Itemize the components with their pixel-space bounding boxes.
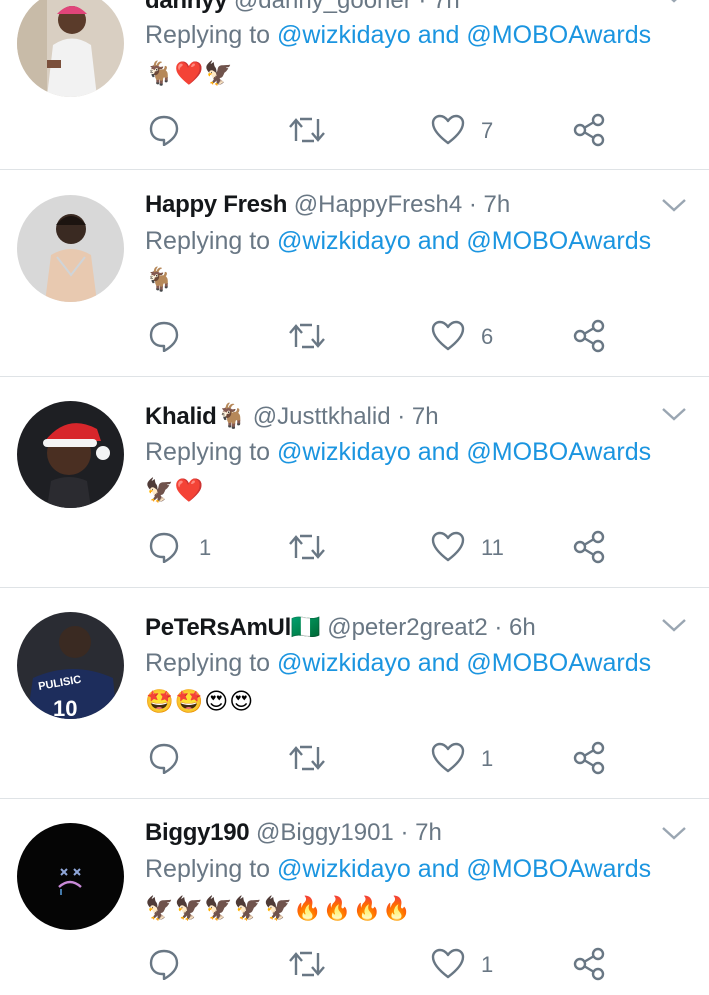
share-icon[interactable] [572,947,606,986]
avatar[interactable] [17,195,124,302]
replying-to: Replying to @wizkidayo and @MOBOAwards [145,438,652,466]
reply-icon[interactable] [148,742,180,779]
replying-to: Replying to @wizkidayo and @MOBOAwards [145,649,652,677]
retweet-icon[interactable] [288,532,326,567]
tweet-header: dannyy @danny_gooner · 7h [145,0,460,15]
display-name[interactable]: dannyy [145,0,228,14]
like-count: 1 [481,746,494,771]
like-count: 1 [481,952,494,977]
mention-link[interactable]: @wizkidayo [277,438,411,466]
timestamp: · 7h [418,0,460,14]
mention-link[interactable]: @MOBOAwards [466,438,651,466]
like-icon[interactable] [431,320,465,357]
mention-link[interactable]: @wizkidayo [277,227,411,255]
mention-link[interactable]: @MOBOAwards [466,21,651,49]
reply-icon[interactable] [148,320,180,357]
divider [0,169,709,170]
mention-link[interactable]: @wizkidayo [277,21,411,49]
tweet-header: Khalid🐐 @Justtkhalid · 7h [145,402,439,431]
handle[interactable]: @danny_gooner [234,0,412,14]
chevron-down-icon[interactable] [660,0,688,9]
retweet-icon[interactable] [288,115,326,150]
like-icon[interactable] [431,114,465,151]
mention-link[interactable]: @MOBOAwards [466,227,651,255]
divider [0,798,709,799]
tweet-text: 🦅🦅🦅🦅🦅🔥🔥🔥🔥 [145,896,412,922]
handle[interactable]: @Biggy1901 [256,819,394,846]
mention-link[interactable]: @MOBOAwards [466,649,651,677]
chevron-down-icon[interactable] [660,825,688,846]
share-icon[interactable] [572,113,606,152]
retweet-icon[interactable] [288,743,326,778]
chevron-down-icon[interactable] [660,617,688,638]
replying-to: Replying to @wizkidayo and @MOBOAwards [145,855,652,883]
retweet-icon[interactable] [288,321,326,356]
mention-link[interactable]: @wizkidayo [277,855,411,883]
like-icon[interactable] [431,742,465,779]
avatar[interactable]: PULISIC 10 [17,612,124,719]
tweet-text: 🤩🤩😍😍 [145,689,255,715]
handle[interactable]: @HappyFresh4 [294,191,462,218]
divider [0,587,709,588]
like-count: 6 [481,324,494,349]
avatar[interactable] [17,401,124,508]
display-name[interactable]: PeTeRsAmUl🇳🇬 [145,614,321,641]
tweet-header: Happy Fresh @HappyFresh4 · 7h [145,191,510,219]
svg-text:10: 10 [53,696,77,719]
display-name[interactable]: Happy Fresh [145,191,287,218]
tweet-text: 🐐❤️🦅 [145,61,234,87]
handle[interactable]: @peter2great2 [327,614,487,641]
timestamp: · 6h [494,614,536,641]
display-name[interactable]: Biggy190 [145,819,250,846]
reply-icon[interactable] [148,948,180,985]
share-icon[interactable] [572,530,606,569]
retweet-icon[interactable] [288,949,326,984]
avatar[interactable] [17,0,124,97]
share-icon[interactable] [572,319,606,358]
like-count: 11 [481,535,504,560]
handle[interactable]: @Justtkhalid [253,403,391,430]
tweet-text: 🦅❤️ [145,478,205,504]
timestamp: · 7h [397,403,439,430]
mention-link[interactable]: @wizkidayo [277,649,411,677]
tweet-header: PeTeRsAmUl🇳🇬 @peter2great2 · 6h [145,613,536,642]
reply-count: 1 [199,535,212,560]
tweet-text: 🐐 [145,267,175,293]
replying-to: Replying to @wizkidayo and @MOBOAwards [145,21,652,49]
display-name[interactable]: Khalid🐐 [145,403,246,430]
timestamp: · 7h [468,191,511,218]
like-count: 7 [481,118,494,143]
chevron-down-icon[interactable] [660,406,688,427]
replying-to: Replying to @wizkidayo and @MOBOAwards [145,227,652,255]
avatar[interactable] [17,823,124,930]
like-icon[interactable] [431,531,465,568]
reply-icon[interactable] [148,531,180,568]
tweet-header: Biggy190 @Biggy1901 · 7h [145,819,442,847]
reply-icon[interactable] [148,114,180,151]
share-icon[interactable] [572,741,606,780]
timestamp: · 7h [400,819,442,846]
like-icon[interactable] [431,948,465,985]
divider [0,376,709,377]
mention-link[interactable]: @MOBOAwards [466,855,651,883]
chevron-down-icon[interactable] [660,197,688,218]
